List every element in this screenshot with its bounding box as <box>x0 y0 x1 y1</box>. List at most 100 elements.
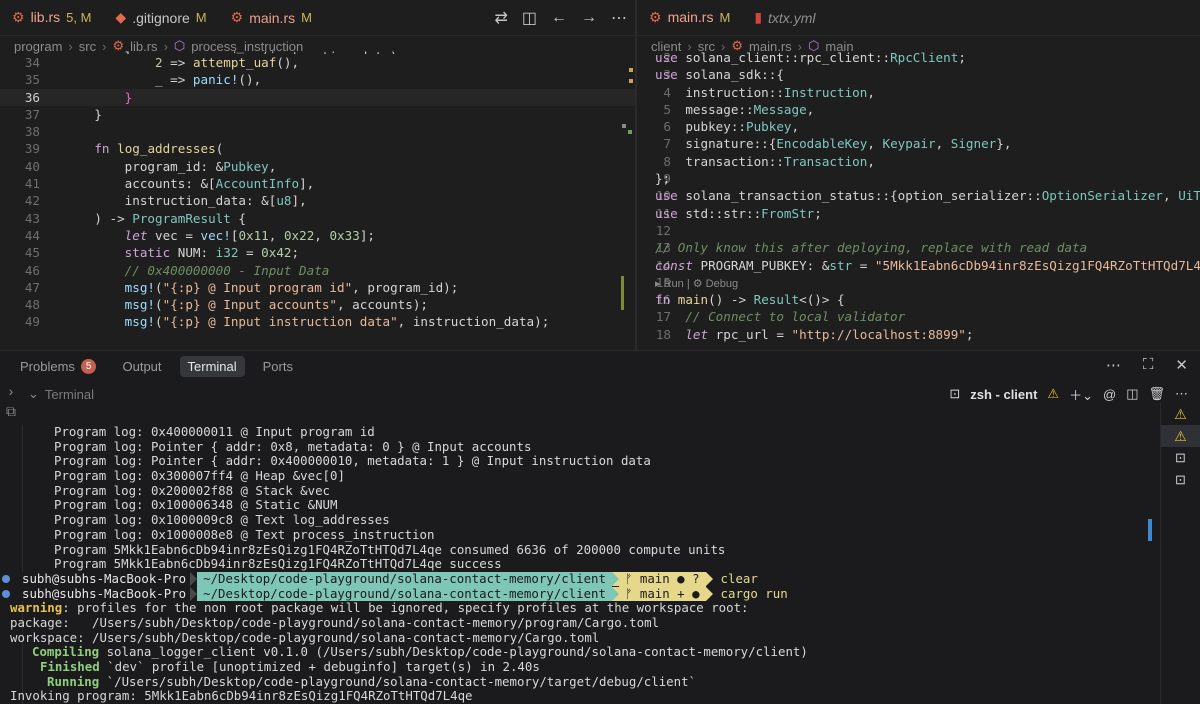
code-line: 38 <box>24 124 40 140</box>
left-tab-bar: ⚙ lib.rs 5, M ◆ .gitignore M ⚙ main.rs M… <box>0 0 635 36</box>
maximize-panel-icon[interactable]: ⛶ <box>1143 356 1154 374</box>
tab-modified-mark: M <box>719 9 731 25</box>
terminal-section-title: Terminal <box>44 386 95 402</box>
code-editor-left[interactable]: log_memory_regions(instruction_data); 34… <box>0 49 635 350</box>
more-actions-icon[interactable]: ⋯ <box>1106 356 1121 374</box>
shell-prompt: subh@subhs-MacBook-Pro ~/Desktop/code-pl… <box>0 570 1140 587</box>
code-line: 11 use std::str::FromStr; <box>655 205 822 221</box>
terminal-header: ⌄ Terminal ⊡ zsh - client ⚠ ＋⌄ @ ◫ 🗑 ⋯ <box>0 383 1200 405</box>
terminal-tab-item[interactable]: ⊡ <box>1161 469 1200 491</box>
terminal-icon: ⊡ <box>949 386 961 401</box>
finished-text: `dev` profile [unoptimized + debuginfo] … <box>99 659 540 674</box>
terminal-tab-item[interactable]: ⊡ <box>1161 447 1200 469</box>
terminal-tab-item[interactable]: ⚠ <box>1161 403 1200 425</box>
code-line: 4 instruction::Instruction, <box>655 84 875 100</box>
more-actions-icon[interactable]: ⋯ <box>611 8 627 28</box>
powerline-separator <box>611 572 619 587</box>
terminal-scrollbar[interactable] <box>1148 519 1152 541</box>
terminal-icon: ⊡ <box>1175 472 1186 487</box>
terminal-line: workspace: /Users/subh/Desktop/code-play… <box>10 629 600 645</box>
copy-icon[interactable]: ⧉ <box>0 403 22 420</box>
bottom-panel: Problems 5 Output Terminal Ports ⋯ ⛶ ✕ ›… <box>0 350 1200 704</box>
overview-ruler-marker <box>622 124 626 128</box>
terminal-toolbar: ⊡ zsh - client ⚠ ＋⌄ @ ◫ 🗑 ⋯ <box>949 383 1188 405</box>
running-label: Running <box>47 673 100 689</box>
running-text: `/Users/subh/Desktop/code-playground/sol… <box>99 673 697 689</box>
rust-icon: ⚙ <box>12 8 25 25</box>
code-line: 17 // Connect to local validator <box>655 309 906 325</box>
terminal-line: Running `/Users/subh/Desktop/code-playgr… <box>47 673 1140 690</box>
go-back-icon[interactable]: ← <box>551 9 567 27</box>
tab-output[interactable]: Output <box>114 356 169 377</box>
command-decoration-icon[interactable] <box>2 575 10 584</box>
tab-problems[interactable]: Problems 5 <box>12 356 104 377</box>
command-decoration-icon[interactable] <box>2 589 10 598</box>
code-line: 47 msg!("{:p} @ Input program id", progr… <box>24 279 459 295</box>
prompt-command: clear <box>720 570 758 586</box>
finished-label: Finished <box>40 659 100 674</box>
tab-main-rs-left[interactable]: ⚙ main.rs M <box>219 0 324 35</box>
chevron-down-icon[interactable]: ⌄ <box>28 386 39 402</box>
tab-label: main.rs <box>667 9 714 25</box>
powerline-separator <box>705 586 713 601</box>
compare-changes-icon[interactable]: ⇄ <box>494 8 507 28</box>
close-panel-icon[interactable]: ✕ <box>1175 356 1188 374</box>
code-line: 49 msg!("{:p} @ Input instruction data",… <box>24 314 550 330</box>
warning-icon: ⚠ <box>1047 386 1060 401</box>
tab-ports[interactable]: Ports <box>255 356 301 377</box>
terminal-line: Program log: Pointer { addr: 0x400000010… <box>54 453 651 469</box>
code-line: 15 ▸ Run | ⚙ Debug <box>655 274 739 290</box>
overview-ruler-marker <box>628 130 632 134</box>
terminal-line: Program log: 0x100006348 @ Static &NUM <box>54 497 338 513</box>
warning-text: : profiles for the non root package will… <box>62 600 749 616</box>
terminal-tab-item[interactable]: ⚠ <box>1161 425 1200 447</box>
terminal-output[interactable]: Program log: 0x400000011 @ Input program… <box>2 424 1140 704</box>
code-editor-right[interactable]: 2 use solana_client::rpc_client::RpcClien… <box>637 49 1200 350</box>
tab-gitignore[interactable]: ◆ .gitignore M <box>103 0 218 35</box>
code-line: 44 let vec = vec![0x11, 0x22, 0x33]; <box>24 227 375 243</box>
tab-main-rs-right[interactable]: ⚙ main.rs M <box>637 0 743 35</box>
prompt-command: cargo run <box>720 585 788 601</box>
overview-ruler-marker <box>629 79 633 83</box>
terminal-line: Compiling solana_logger_client v0.1.0 (/… <box>32 644 1140 660</box>
code-line: 18 let rpc_url = "http://localhost:8899"… <box>655 326 974 342</box>
code-line: 10 use solana_transaction_status::{option… <box>655 188 1200 204</box>
tab-label: Ports <box>262 358 293 374</box>
code-line: 8 transaction::Transaction, <box>655 153 875 169</box>
terminal-line: Program log: 0x1000009c8 @ Text log_addr… <box>54 512 390 528</box>
powerline-separator <box>190 586 198 601</box>
more-actions-icon[interactable]: ⋯ <box>1175 386 1188 402</box>
powerline-separator <box>705 572 713 587</box>
code-line-current: 36 } <box>0 88 635 106</box>
go-forward-icon[interactable]: → <box>581 9 597 27</box>
prompt-git-status: ᚠ main + ● <box>618 586 706 602</box>
code-line: 12 <box>655 222 671 238</box>
tab-terminal[interactable]: Terminal <box>179 355 245 377</box>
code-line: 46 // 0x400000000 - Input Data <box>24 262 330 278</box>
scrollbar-change-marker <box>621 276 624 310</box>
tab-lib-rs[interactable]: ⚙ lib.rs 5, M <box>0 0 104 35</box>
code-line: 41 accounts: &[AccountInfo], <box>24 176 315 192</box>
terminal-line: Program 5Mkk1Eabn6cDb94inr8zEsQizg1FQ4RZ… <box>54 541 726 557</box>
codelens-run-debug[interactable]: ▸ Run | ⚙ Debug <box>655 278 738 290</box>
tab-txtx-yml[interactable]: ▮ txtx.yml <box>742 0 827 35</box>
code-line: 13// Only know this after deploying, rep… <box>655 240 1088 256</box>
shell-name[interactable]: zsh - client <box>970 387 1037 402</box>
terminal-line: package: /Users/subh/Desktop/code-playgr… <box>10 614 660 630</box>
code-line: 37 } <box>24 106 102 122</box>
terminal-line: Program log: 0x400000011 @ Input program… <box>54 424 375 439</box>
terminal-line: warning: profiles for the non root packa… <box>10 600 1140 616</box>
split-editor-icon[interactable]: ◫ <box>522 8 537 28</box>
terminal-line: Program log: 0x300007ff4 @ Heap &vec[0] <box>54 468 345 484</box>
git-icon: ◆ <box>115 9 127 25</box>
terminal-left-border <box>22 425 23 704</box>
tab-modified-mark: M <box>195 10 207 25</box>
at-icon[interactable]: @ <box>1103 387 1116 402</box>
trash-icon[interactable]: 🗑 <box>1148 386 1165 402</box>
split-terminal-icon[interactable]: ◫ <box>1126 386 1138 402</box>
tab-modified-mark: 5, M <box>66 9 92 25</box>
prompt-path: ~/Desktop/code-playground/solana-contact… <box>197 571 612 587</box>
new-terminal-icon[interactable]: ＋⌄ <box>1069 385 1093 404</box>
right-editor-group: ⚙ main.rs M ▮ txtx.yml client › src › ⚙ mai… <box>637 0 1200 350</box>
tab-label: lib.rs <box>30 9 61 25</box>
